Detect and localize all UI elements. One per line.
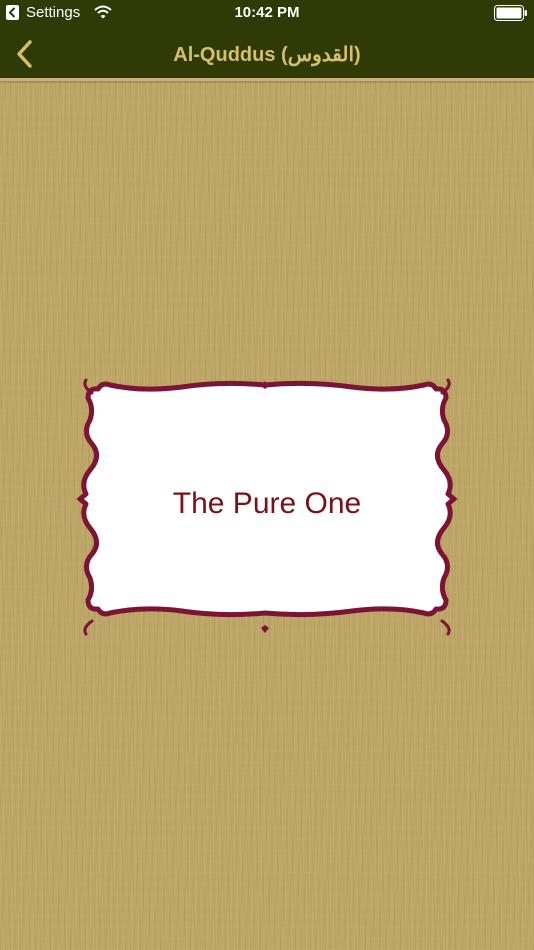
nav-divider: [0, 78, 534, 81]
name-meaning-text: The Pure One: [172, 487, 362, 520]
status-bar: Settings 10:42 PM: [0, 0, 534, 26]
battery-icon: [494, 5, 527, 21]
page-title: Al-Quddus (القدوس): [173, 44, 361, 66]
name-meaning-card: The Pure One: [72, 378, 462, 636]
status-time: 10:42 PM: [234, 4, 300, 21]
screen: Settings 10:42 PM Al-Quddus (القدوس) The…: [0, 0, 534, 950]
navigation-bar: Settings 10:42 PM Al-Quddus (القدوس): [0, 0, 534, 78]
